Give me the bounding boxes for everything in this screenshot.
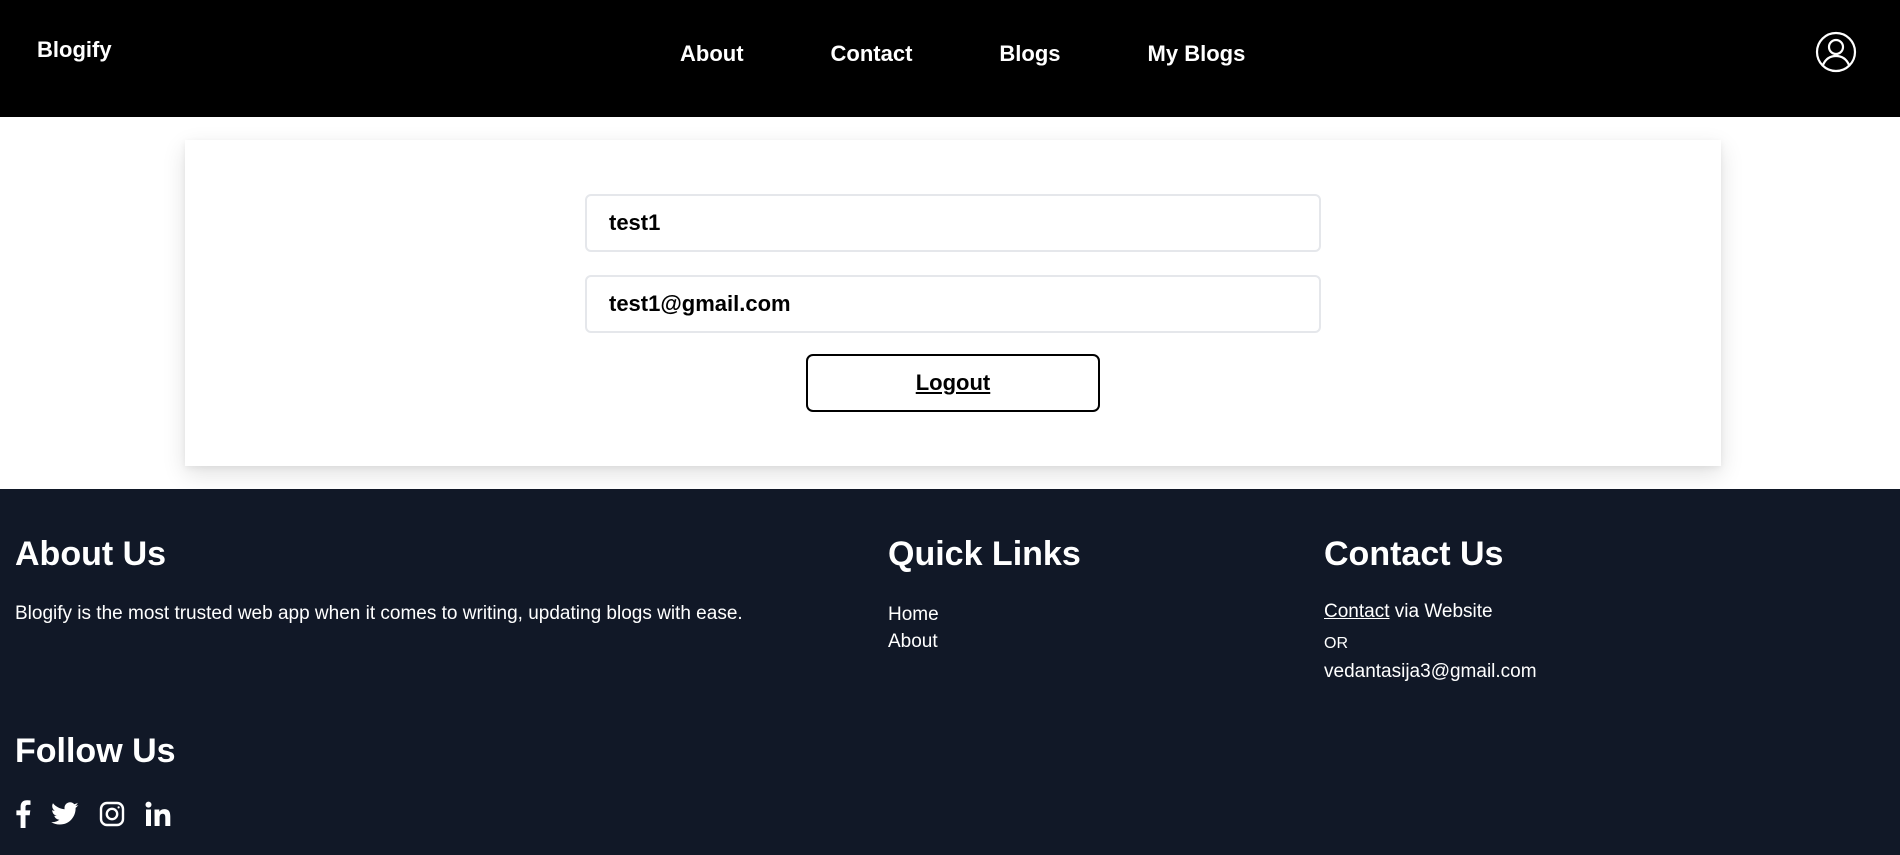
user-circle-icon[interactable] <box>1815 31 1857 73</box>
nav-link-my-blogs[interactable]: My Blogs <box>1148 41 1246 67</box>
contact-website-line: Contact via Website <box>1324 601 1493 623</box>
footer-link-about[interactable]: About <box>888 631 938 652</box>
username-field[interactable] <box>585 194 1321 252</box>
contact-email: vedantasija3@gmail.com <box>1324 661 1537 682</box>
email-field[interactable] <box>585 275 1321 333</box>
nav-link-contact[interactable]: Contact <box>831 41 913 67</box>
nav-link-blogs[interactable]: Blogs <box>999 41 1060 67</box>
footer-link-home[interactable]: Home <box>888 604 939 625</box>
footer: About Us Blogify is the most trusted web… <box>0 489 1900 855</box>
contact-or: OR <box>1324 635 1348 652</box>
nav-link-about[interactable]: About <box>680 41 744 67</box>
profile-card: Logout <box>185 140 1721 466</box>
main-nav: About Contact Blogs My Blogs <box>680 41 1245 67</box>
social-icons <box>15 800 191 828</box>
instagram-icon[interactable] <box>99 801 125 827</box>
follow-heading: Follow Us <box>15 732 176 770</box>
list-item: Home <box>888 601 939 628</box>
list-item: About <box>888 628 939 655</box>
linkedin-icon[interactable] <box>145 801 171 827</box>
contact-suffix: via Website <box>1389 601 1493 622</box>
quick-links-list: Home About <box>888 601 939 655</box>
contact-link[interactable]: Contact <box>1324 601 1389 622</box>
facebook-icon[interactable] <box>15 800 31 828</box>
navbar: Blogify About Contact Blogs My Blogs <box>0 0 1900 117</box>
quick-links-heading: Quick Links <box>888 535 1081 573</box>
logout-button[interactable]: Logout <box>806 354 1100 412</box>
about-text: Blogify is the most trusted web app when… <box>15 603 743 624</box>
contact-heading: Contact Us <box>1324 535 1504 573</box>
brand-logo[interactable]: Blogify <box>37 37 112 63</box>
twitter-icon[interactable] <box>51 802 79 826</box>
about-heading: About Us <box>15 535 167 573</box>
